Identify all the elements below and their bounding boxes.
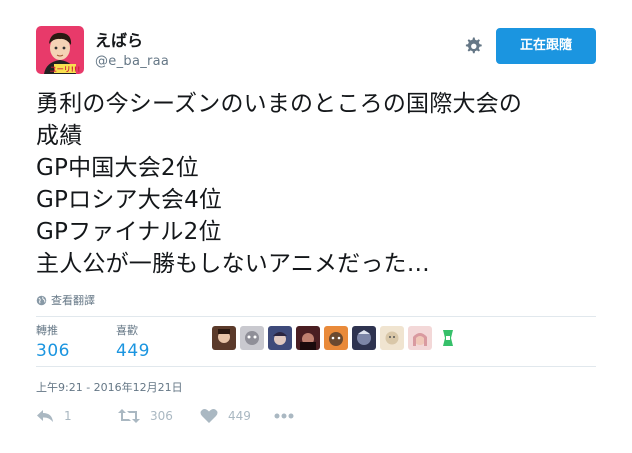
liker-avatar[interactable] [436, 326, 460, 350]
translate-link[interactable]: 查看翻譯 [36, 292, 95, 308]
retweets-label: 轉推 [36, 324, 58, 337]
like-count: 449 [228, 409, 251, 423]
retweet-count: 306 [150, 409, 173, 423]
more-dots-icon [274, 413, 294, 419]
liker-avatar[interactable] [212, 326, 236, 350]
heart-icon [200, 409, 218, 423]
retweets-stat[interactable]: 轉推 306 [36, 324, 70, 362]
likes-stat[interactable]: 喜歡 449 [116, 324, 150, 362]
retweets-value[interactable]: 306 [36, 340, 70, 362]
liker-avatar[interactable] [380, 326, 404, 350]
liker-avatar[interactable] [324, 326, 348, 350]
more-action[interactable] [274, 413, 294, 419]
liker-avatar[interactable] [352, 326, 376, 350]
tweet-actions: 1 306 449 [36, 408, 294, 424]
liker-avatar[interactable] [240, 326, 264, 350]
user-display-name[interactable]: えばら [95, 31, 143, 51]
translate-label[interactable]: 查看翻譯 [51, 292, 95, 308]
retweet-icon [118, 409, 140, 423]
following-button[interactable]: 正在跟隨 [496, 28, 596, 64]
user-screen-name[interactable]: @e_ba_raa [95, 54, 169, 70]
user-avatar[interactable]: ユーリ!!! [36, 26, 84, 74]
liker-avatar[interactable] [296, 326, 320, 350]
tweet-card: ユーリ!!! えばら @e_ba_raa 正在跟隨 勇利の今シーズンのいまのとこ… [0, 0, 632, 453]
like-action[interactable]: 449 [200, 408, 274, 424]
liker-avatars [212, 326, 460, 350]
retweet-action[interactable]: 306 [118, 408, 200, 424]
likes-label: 喜歡 [116, 324, 138, 337]
liker-avatar[interactable] [408, 326, 432, 350]
reply-count: 1 [64, 409, 72, 423]
likes-value[interactable]: 449 [116, 340, 150, 362]
divider-top [36, 316, 596, 317]
liker-avatar[interactable] [268, 326, 292, 350]
divider-bottom [36, 366, 596, 367]
reply-action[interactable]: 1 [36, 408, 118, 424]
tweet-text: 勇利の今シーズンのいまのところの国際大会の 成績 GP中国大会2位 GPロシア大… [36, 91, 523, 277]
tweet-timestamp[interactable]: 上午9:21 - 2016年12月21日 [36, 379, 183, 395]
avatar-badge-text: ユーリ!!! [50, 66, 81, 74]
reply-icon [37, 410, 53, 422]
gear-icon[interactable] [461, 34, 485, 58]
globe-icon [36, 295, 47, 305]
